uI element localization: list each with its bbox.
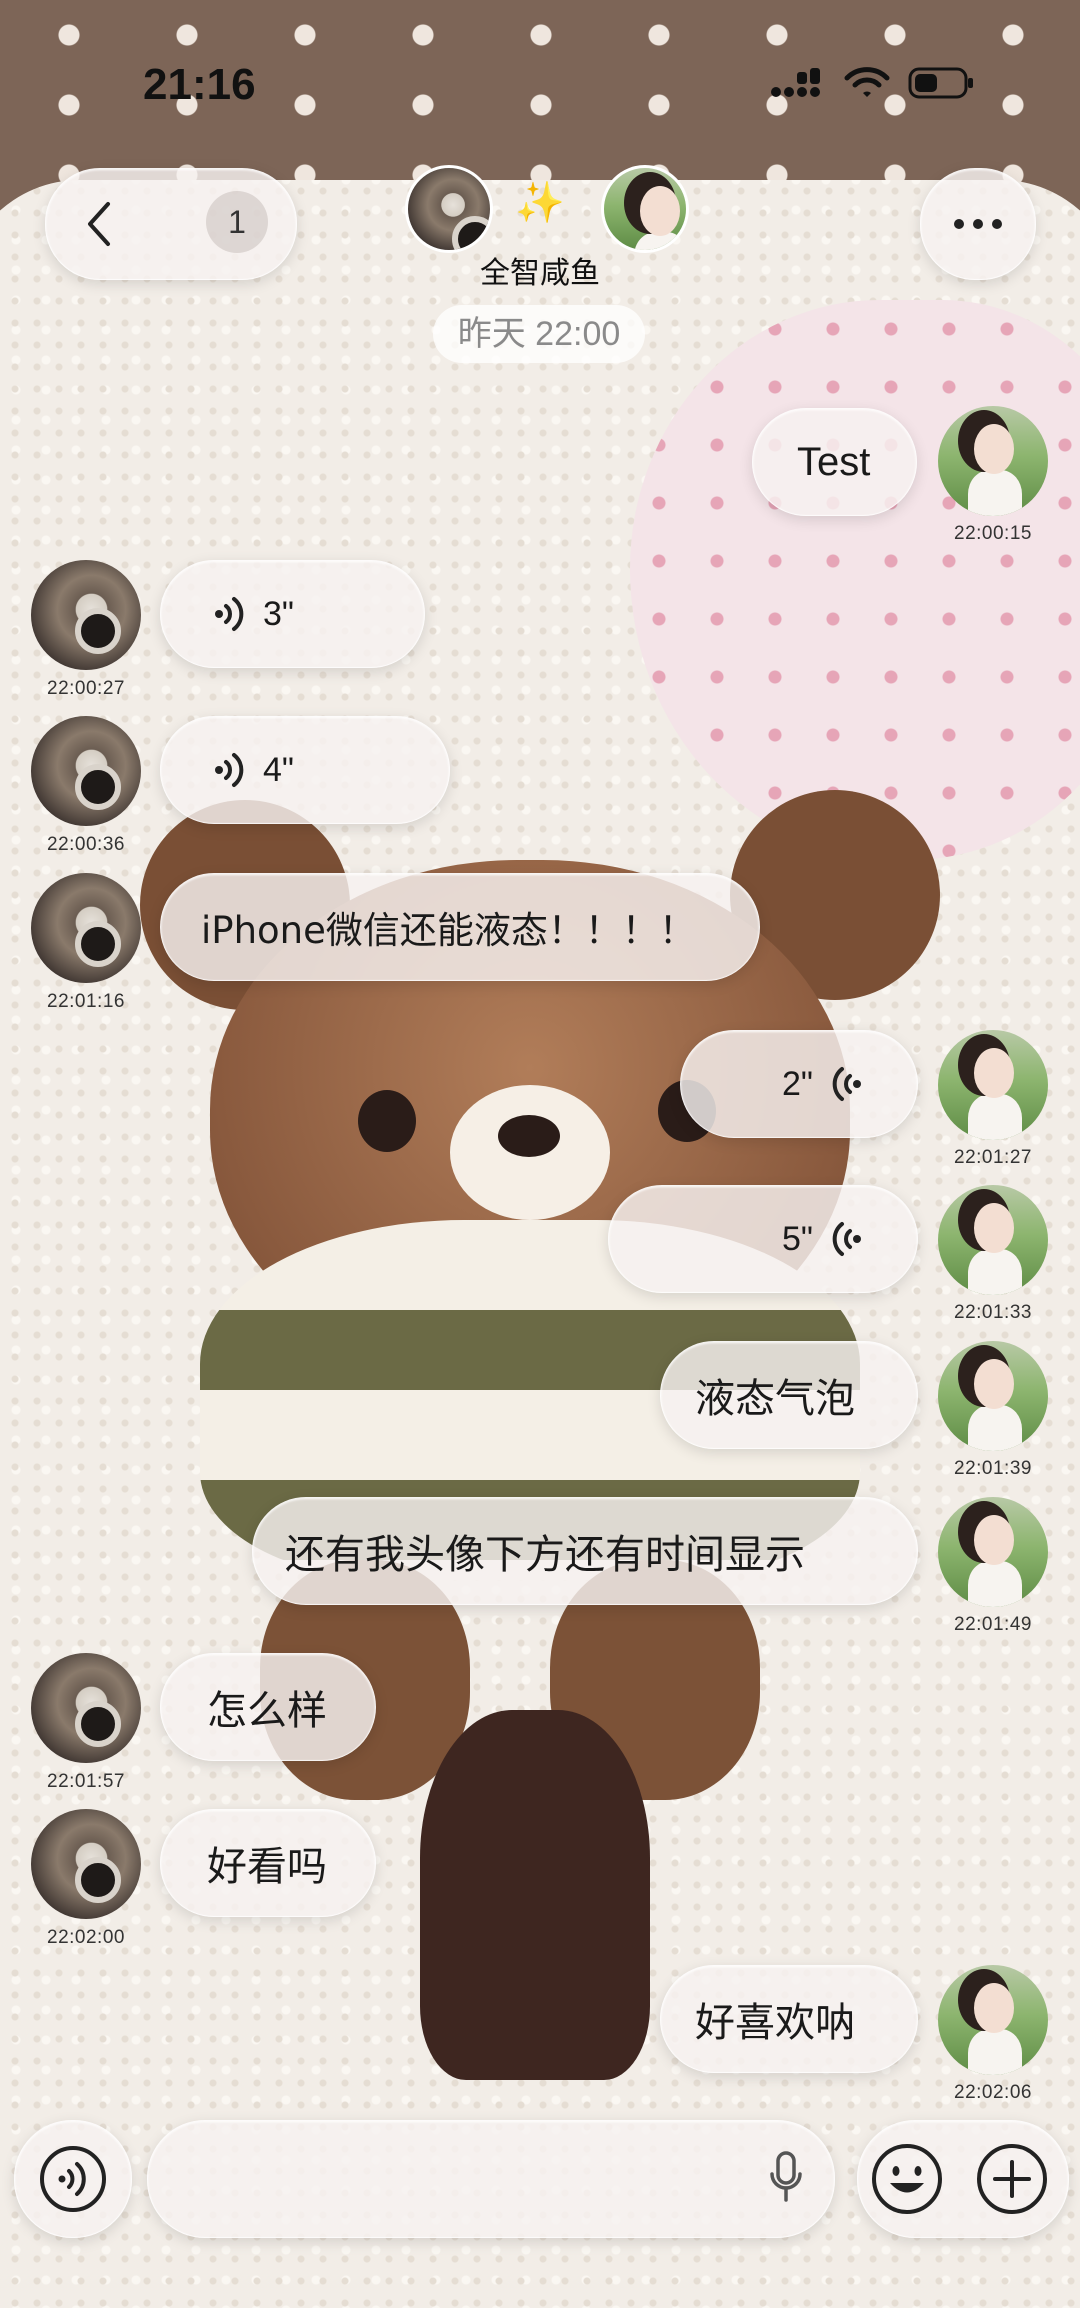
voice-message-bubble[interactable]: 5" xyxy=(608,1185,918,1293)
self-avatar[interactable] xyxy=(938,1965,1048,2075)
message-input[interactable] xyxy=(147,2120,835,2238)
message-text: 还有我头像下方还有时间显示 xyxy=(285,1532,805,1578)
friend-avatar[interactable] xyxy=(31,1809,141,1919)
message-timestamp: 22:01:39 xyxy=(954,1458,1032,1479)
friend-avatar[interactable] xyxy=(31,560,141,670)
plus-icon[interactable] xyxy=(975,2142,1049,2216)
voice-toggle-button[interactable] xyxy=(14,2120,132,2238)
self-avatar[interactable] xyxy=(938,406,1048,516)
message-bubble[interactable]: 还有我头像下方还有时间显示 xyxy=(252,1497,918,1605)
signal-icon xyxy=(771,68,820,97)
message-bubble[interactable]: 好喜欢呐 xyxy=(660,1965,918,2073)
more-dot xyxy=(954,219,964,229)
chat-title: 全智咸鱼 xyxy=(480,256,600,291)
voice-toggle-icon xyxy=(40,2146,106,2212)
message-timestamp: 22:00:36 xyxy=(47,834,125,855)
voice-wave-icon xyxy=(215,753,244,787)
message-text: 怎么样 xyxy=(207,1688,327,1734)
voice-wave-icon xyxy=(832,1067,861,1101)
voice-message-bubble[interactable]: 4" xyxy=(160,716,450,824)
message-timestamp: 22:00:15 xyxy=(954,523,1032,544)
message-timestamp: 22:01:57 xyxy=(47,1771,125,1792)
bear-eye-left xyxy=(358,1090,416,1152)
battery-icon xyxy=(908,67,973,99)
message-timestamp: 22:00:27 xyxy=(47,678,125,699)
friend-avatar xyxy=(405,165,493,253)
voice-duration: 3" xyxy=(263,594,294,633)
wallpaper-tree-shape xyxy=(420,1710,650,2080)
more-options-button[interactable] xyxy=(920,168,1036,280)
message-timestamp: 22:01:49 xyxy=(954,1614,1032,1635)
sparkle-icon: ✨ xyxy=(515,180,565,226)
chat-header-avatars[interactable]: ✨ xyxy=(405,165,689,253)
message-timestamp: 22:01:33 xyxy=(954,1302,1032,1323)
more-dot xyxy=(992,219,1002,229)
voice-message-bubble[interactable]: 3" xyxy=(160,560,425,668)
message-bubble[interactable]: 好看吗 xyxy=(160,1809,376,1917)
back-button[interactable]: 1 xyxy=(45,168,297,280)
status-time: 21:16 xyxy=(143,60,256,109)
message-bubble[interactable]: 怎么样 xyxy=(160,1653,376,1761)
voice-duration: 2" xyxy=(782,1064,813,1103)
voice-wave-icon xyxy=(215,597,244,631)
message-text: iPhone微信还能液态！！！！ xyxy=(201,909,696,952)
self-avatar[interactable] xyxy=(938,1185,1048,1295)
unread-count-badge: 1 xyxy=(206,191,268,253)
friend-avatar[interactable] xyxy=(31,1653,141,1763)
voice-duration: 5" xyxy=(782,1219,813,1258)
message-text: 好看吗 xyxy=(207,1844,327,1890)
wifi-icon xyxy=(844,67,890,97)
self-avatar[interactable] xyxy=(938,1030,1048,1140)
status-icons xyxy=(770,66,974,100)
message-bubble[interactable]: 液态气泡 xyxy=(660,1341,918,1449)
chevron-left-icon xyxy=(88,202,110,246)
message-text: 好喜欢呐 xyxy=(695,2000,855,2046)
message-bubble[interactable]: Test xyxy=(752,408,917,516)
message-timestamp: 22:02:06 xyxy=(954,2082,1032,2103)
message-timestamp: 22:01:27 xyxy=(954,1147,1032,1168)
self-avatar xyxy=(601,165,689,253)
friend-avatar[interactable] xyxy=(31,873,141,983)
voice-wave-icon xyxy=(832,1222,861,1256)
voice-duration: 4" xyxy=(263,750,294,789)
date-divider: 昨天 22:00 xyxy=(433,305,645,363)
message-bubble[interactable]: iPhone微信还能液态！！！！ xyxy=(160,873,760,981)
bear-nose xyxy=(498,1115,560,1157)
voice-message-bubble[interactable]: 2" xyxy=(680,1030,918,1138)
more-dot xyxy=(973,219,983,229)
self-avatar[interactable] xyxy=(938,1341,1048,1451)
self-avatar[interactable] xyxy=(938,1497,1048,1607)
emoji-icon[interactable] xyxy=(870,2142,944,2216)
message-text: 液态气泡 xyxy=(695,1376,855,1422)
message-timestamp: 22:01:16 xyxy=(47,991,125,1012)
message-text: Test xyxy=(797,439,871,484)
message-timestamp: 22:02:00 xyxy=(47,1927,125,1948)
friend-avatar[interactable] xyxy=(31,716,141,826)
mic-icon[interactable] xyxy=(768,2150,804,2206)
